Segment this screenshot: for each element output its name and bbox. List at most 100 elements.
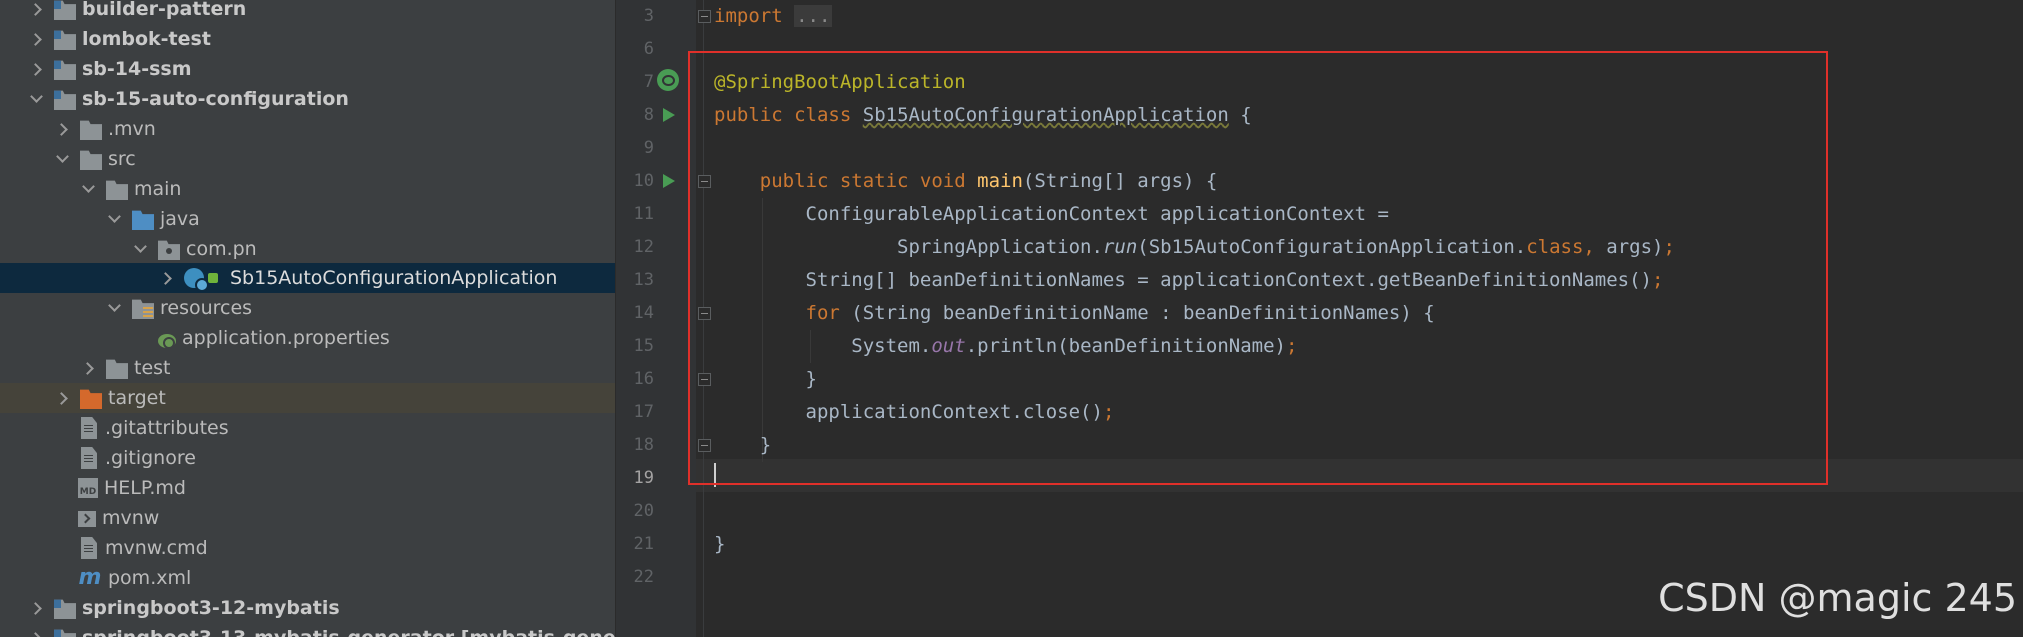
line-number: 13: [633, 270, 654, 290]
text-file-icon: [81, 537, 97, 559]
code-line-3[interactable]: import ...: [714, 0, 2014, 33]
tree-item-sb-14-ssm[interactable]: sb-14-ssm: [0, 54, 615, 84]
module-folder-icon: [54, 0, 76, 20]
tree-item-label: mvnw.cmd: [105, 537, 208, 559]
tree-item-target[interactable]: target: [0, 383, 615, 413]
module-folder-icon: [54, 30, 76, 50]
tree-item-label: com.pn: [186, 238, 257, 260]
watermark: CSDN @magic 245: [1658, 576, 2017, 620]
line-number: 3: [643, 6, 654, 26]
tree-item-label: springboot3-12-mybatis: [82, 597, 340, 619]
module-folder-icon: [54, 90, 76, 110]
text-file-icon: [81, 417, 97, 439]
tree-item-label: mvnw: [102, 507, 160, 529]
line-number: 11: [633, 204, 654, 224]
line-number: 21: [633, 534, 654, 554]
tree-item-gitattributes[interactable]: .gitattributes: [0, 413, 615, 443]
chevron-down-icon[interactable]: [54, 144, 72, 174]
line-number: 6: [643, 39, 654, 59]
tree-item-com-pn[interactable]: com.pn: [0, 234, 615, 264]
spring-class-icon: [184, 268, 209, 292]
project-tree-panel: builder-pattern lombok-test sb-14-ssm sb…: [0, 0, 615, 637]
tree-item-resources[interactable]: resources: [0, 293, 615, 323]
chevron-right-icon[interactable]: [28, 24, 46, 54]
line-number: 14: [633, 303, 654, 323]
chevron-down-icon[interactable]: [106, 204, 124, 234]
tree-item-lombok-test[interactable]: lombok-test: [0, 24, 615, 54]
line-number-current: 19: [633, 468, 654, 488]
module-folder-icon: [54, 60, 76, 80]
keyword: import: [714, 5, 783, 27]
tree-item-main[interactable]: main: [0, 174, 615, 204]
line-number: 16: [633, 369, 654, 389]
code-line-21[interactable]: }: [714, 528, 2014, 561]
spring-bean-gutter-icon[interactable]: [657, 69, 679, 91]
fold-imports-icon[interactable]: [698, 10, 711, 23]
chevron-right-icon[interactable]: [28, 0, 46, 24]
tree-item-mvnw[interactable]: mvnw: [0, 503, 615, 533]
lock-icon: [208, 273, 218, 283]
chevron-right-icon[interactable]: [54, 383, 72, 413]
folder-icon: [80, 120, 102, 140]
tree-item-test[interactable]: test: [0, 353, 615, 383]
chevron-right-icon[interactable]: [80, 353, 98, 383]
tree-item-label: builder-pattern: [82, 0, 247, 20]
shell-script-icon: [78, 511, 96, 527]
tree-item-label: java: [160, 208, 200, 230]
tree-item-label: resources: [160, 297, 253, 319]
chevron-right-icon[interactable]: [54, 114, 72, 144]
line-number: 7: [643, 72, 654, 92]
folded-imports[interactable]: ...: [794, 5, 833, 27]
chevron-down-icon[interactable]: [80, 174, 98, 204]
chevron-right-icon[interactable]: [28, 54, 46, 84]
tree-item-pom-xml[interactable]: m pom.xml: [0, 563, 615, 593]
tree-item-sb-15-auto-configuration[interactable]: sb-15-auto-configuration: [0, 84, 615, 114]
line-number: 20: [633, 501, 654, 521]
tree-item-label: main: [134, 178, 182, 200]
line-number: 9: [643, 138, 654, 158]
tree-item-label: HELP.md: [104, 477, 186, 499]
tree-item-label: test: [134, 357, 171, 379]
code-text: }: [714, 533, 726, 555]
tree-item-label: src: [108, 148, 136, 170]
run-main-icon[interactable]: [663, 174, 675, 188]
tree-item-java[interactable]: java: [0, 204, 615, 234]
tree-item-label: Sb15AutoConfigurationApplication: [230, 267, 558, 289]
tree-item-springboot3-13-mybatis-generator[interactable]: springboot3-13-mybatis-generator [mybati…: [0, 623, 615, 637]
tree-item-builder-pattern[interactable]: builder-pattern: [0, 0, 615, 24]
line-number: 15: [633, 336, 654, 356]
run-class-icon[interactable]: [663, 108, 675, 122]
tree-item-mvn[interactable]: .mvn: [0, 114, 615, 144]
tree-item-springboot3-12-mybatis[interactable]: springboot3-12-mybatis: [0, 593, 615, 623]
ignore-file-icon: [81, 447, 97, 469]
package-icon: [158, 240, 180, 260]
tree-item-mvnw-cmd[interactable]: mvnw.cmd: [0, 533, 615, 563]
tree-item-label: .gitattributes: [105, 417, 229, 439]
module-folder-icon: [54, 599, 76, 619]
folder-icon: [106, 180, 128, 200]
excluded-folder-icon: [80, 389, 102, 409]
chevron-right-icon[interactable]: [28, 593, 46, 623]
chevron-down-icon[interactable]: [132, 234, 150, 264]
line-number: 10: [633, 171, 654, 191]
maven-icon: m: [78, 565, 102, 590]
tree-item-label: lombok-test: [82, 28, 211, 50]
tree-item-label: sb-14-ssm: [82, 58, 192, 80]
line-number: 8: [643, 105, 654, 125]
tree-item-label: target: [108, 387, 166, 409]
resources-folder-icon: [132, 299, 154, 319]
tree-item-help-md[interactable]: MD HELP.md: [0, 473, 615, 503]
chevron-right-icon[interactable]: [158, 263, 176, 293]
chevron-right-icon[interactable]: [28, 623, 46, 637]
tree-item-sb15-application[interactable]: Sb15AutoConfigurationApplication: [0, 263, 615, 293]
line-number: 22: [633, 567, 654, 587]
tree-item-gitignore[interactable]: .gitignore: [0, 443, 615, 473]
tree-item-application-properties[interactable]: application.properties: [0, 323, 615, 353]
source-folder-icon: [132, 210, 154, 230]
chevron-down-icon[interactable]: [106, 293, 124, 323]
tree-item-label: .gitignore: [105, 447, 196, 469]
chevron-down-icon[interactable]: [28, 84, 46, 114]
module-folder-icon: [54, 629, 76, 637]
tree-item-src[interactable]: src: [0, 144, 615, 174]
tree-item-label: sb-15-auto-configuration: [82, 88, 349, 110]
